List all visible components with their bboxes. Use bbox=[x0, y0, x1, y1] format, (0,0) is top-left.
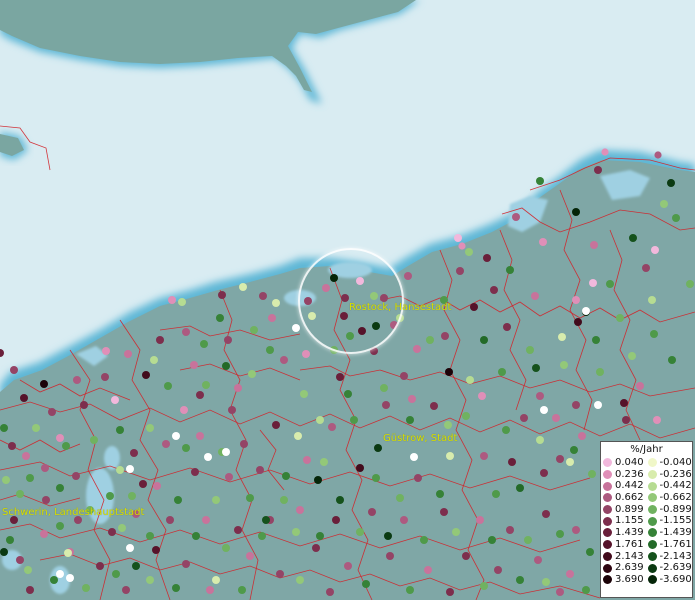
danish-islands bbox=[0, 0, 420, 160]
legend-swatch bbox=[647, 540, 657, 550]
legend-swatch bbox=[647, 493, 657, 503]
legend-row: 0.899 bbox=[603, 504, 648, 516]
map-legend: %/Jahr 0.040 0.236 0.442 0.662 0.899 1.1… bbox=[600, 441, 693, 598]
legend-swatch bbox=[647, 551, 657, 561]
legend-swatch bbox=[647, 563, 657, 573]
legend-swatch bbox=[647, 481, 657, 491]
legend-swatch bbox=[647, 470, 657, 480]
legend-row: -0.040 bbox=[647, 457, 693, 469]
map-canvas[interactable]: Rostock, Hansestadt Güstrow, Stadt Schwe… bbox=[0, 0, 695, 600]
legend-row: 1.761 bbox=[603, 539, 648, 551]
legend-row: -0.662 bbox=[647, 492, 693, 504]
legend-swatch bbox=[647, 516, 657, 526]
legend-row: -1.155 bbox=[647, 515, 693, 527]
legend-row: 1.155 bbox=[603, 515, 648, 527]
legend-label: 0.236 bbox=[615, 468, 644, 480]
legend-swatch bbox=[603, 505, 612, 515]
legend-label: -0.442 bbox=[659, 480, 692, 492]
legend-swatch bbox=[603, 516, 612, 526]
legend-label: 2.143 bbox=[615, 550, 644, 562]
legend-label: -1.761 bbox=[659, 538, 692, 550]
legend-swatch bbox=[603, 458, 612, 468]
legend-row: 0.442 bbox=[603, 480, 648, 492]
legend-row: 0.040 bbox=[603, 457, 648, 469]
legend-row: 1.439 bbox=[603, 527, 648, 539]
legend-swatch bbox=[647, 575, 657, 585]
legend-swatch bbox=[603, 528, 612, 538]
legend-swatch bbox=[603, 563, 612, 573]
legend-label: -3.690 bbox=[659, 573, 692, 585]
legend-swatch bbox=[647, 458, 657, 468]
legend-label: 0.040 bbox=[615, 457, 644, 468]
legend-label: 1.439 bbox=[615, 527, 644, 539]
legend-row: 3.690 bbox=[603, 574, 648, 586]
legend-label: 0.899 bbox=[615, 503, 644, 515]
legend-row: 0.662 bbox=[603, 492, 648, 504]
legend-row: -3.690 bbox=[647, 573, 693, 586]
legend-swatch bbox=[603, 575, 612, 585]
legend-label: 3.690 bbox=[615, 573, 644, 585]
legend-swatch bbox=[647, 528, 657, 538]
legend-swatch bbox=[603, 551, 612, 561]
legend-label: -0.236 bbox=[659, 468, 692, 480]
legend-label: -1.439 bbox=[659, 527, 692, 539]
legend-row: -0.899 bbox=[647, 503, 693, 516]
legend-label: 1.155 bbox=[615, 515, 644, 527]
legend-swatch bbox=[603, 481, 612, 491]
legend-label: -1.155 bbox=[659, 515, 692, 527]
legend-label: -0.040 bbox=[659, 457, 692, 468]
legend-row: -0.236 bbox=[647, 468, 693, 481]
legend-row: -2.639 bbox=[647, 562, 693, 574]
legend-row: -1.439 bbox=[647, 527, 693, 539]
legend-label: 2.639 bbox=[615, 562, 644, 574]
legend-swatch bbox=[603, 493, 612, 503]
legend-row: -0.442 bbox=[647, 480, 693, 492]
legend-label: -2.639 bbox=[659, 562, 692, 574]
legend-row: 2.639 bbox=[603, 562, 648, 574]
legend-row: 0.236 bbox=[603, 469, 648, 481]
legend-label: 1.761 bbox=[615, 538, 644, 550]
legend-swatch bbox=[647, 505, 657, 515]
focus-ring bbox=[298, 248, 404, 354]
legend-label: 0.442 bbox=[615, 480, 644, 492]
legend-label: -0.662 bbox=[659, 492, 692, 504]
legend-row: -1.761 bbox=[647, 538, 693, 551]
legend-row: 2.143 bbox=[603, 551, 648, 563]
legend-label: 0.662 bbox=[615, 492, 644, 504]
legend-label: -2.143 bbox=[659, 550, 692, 562]
legend-positive-column: 0.040 0.236 0.442 0.662 0.899 1.155 1.43… bbox=[603, 457, 648, 586]
legend-swatch bbox=[603, 540, 612, 550]
legend-row: -2.143 bbox=[647, 550, 693, 563]
legend-negative-column: -0.040 -0.236 -0.442 -0.662 -0.899 -1.15… bbox=[647, 457, 693, 586]
legend-title: %/Jahr bbox=[630, 444, 663, 455]
legend-label: -0.899 bbox=[659, 503, 692, 515]
legend-swatch bbox=[603, 470, 612, 480]
